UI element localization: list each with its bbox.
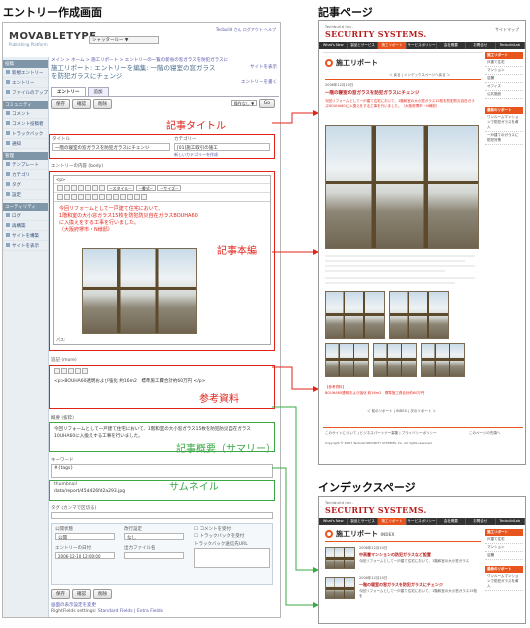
article-logo: Techbuild Inc. SECURITY SYSTEMS. <box>325 25 427 39</box>
article-page-title: 施工リポート <box>325 58 378 68</box>
index-item-1-thumb[interactable] <box>325 547 355 569</box>
article-subnav[interactable]: ＜ 戻る | インデックスページへ戻る ＞ <box>389 73 450 78</box>
article-sidebar-items-0[interactable]: 戸建て住宅 <box>485 59 523 67</box>
index-item-2-title[interactable]: 一階の寝室の窓ガラスを防犯ガラスにチェンジ <box>359 582 443 588</box>
index-nav-item-6[interactable]: TecbuildLab <box>496 518 525 525</box>
index-sidebar-news-0[interactable]: ワンルームマンションで防犯ガラスを導入 <box>485 573 523 591</box>
article-sidebar-news-0[interactable]: ワンルームマンションで防犯ガラスを導入 <box>485 114 523 132</box>
index-logo: Techbuild Inc. SECURITY SYSTEMS. <box>325 501 427 515</box>
index-sidebar-head2: 最新のリポート <box>485 566 523 573</box>
article-ref-text: BOUHA60透明および強化 約16m2 標準施工費合計約60万円 <box>325 391 425 395</box>
article-photo-3 <box>389 291 449 339</box>
article-sidebar-items-4[interactable]: 公共施設 <box>485 91 523 99</box>
index-nav-item-3[interactable]: サービスポリシー <box>407 518 437 525</box>
index-sidebar-items-2[interactable]: 店舗 <box>485 552 523 560</box>
article-photo-2 <box>325 291 385 339</box>
index-nav-item-0[interactable]: What's New <box>319 518 349 525</box>
article-nav-item-4[interactable]: 会社概要 <box>437 42 467 49</box>
article-nav-item-5[interactable]: お問合せ <box>466 42 496 49</box>
article-sitemap-link[interactable]: サイトマップ <box>495 27 519 33</box>
arrow-excerpt <box>272 406 319 573</box>
article-photo-5 <box>373 343 417 377</box>
article-photo-6 <box>421 343 465 377</box>
article-photo-4 <box>325 343 369 377</box>
article-nav-item-2[interactable]: 施工リポート <box>377 42 408 49</box>
article-nav-item-3[interactable]: サービスポリシー <box>407 42 437 49</box>
article-ref-title: 【参考資料】 <box>325 385 346 389</box>
index-item-1-desc: 今回リフォームとして一戸建て住宅において、1階和室の大小窓ガラス <box>359 559 470 563</box>
article-sidebar-items-3[interactable]: オフィス <box>485 83 523 91</box>
article-sidebar: 施工リポート 戸建て住宅 マンション 店舗 オフィス 公共施設 最新のリポート ワンルー… <box>485 52 523 145</box>
article-page: Techbuild Inc. SECURITY SYSTEMS. サイトマップ W… <box>318 20 526 465</box>
index-item-2-date: 2006年12月10日 <box>359 576 388 580</box>
index-item-1-title[interactable]: 中高層マンションの防犯ガラスなど設置 <box>359 552 431 558</box>
article-entry-title: 一階の寝室の窓ガラスを防犯ガラスにチェンジ <box>325 91 420 96</box>
index-item-2-desc: 今回リフォームとして一戸建て住宅において、1階和室の大小窓ガラス15枚を <box>359 589 478 598</box>
index-nav-item-2[interactable]: 施工リポート <box>377 518 408 525</box>
article-sidebar-items-2[interactable]: 店舗 <box>485 75 523 83</box>
index-sidebar-items-0[interactable]: 戸建て住宅 <box>485 536 523 544</box>
article-sidebar-head: 施工リポート <box>485 52 523 59</box>
index-page-title: 施工リポート INDEX <box>325 529 394 539</box>
article-sidebar-items-1[interactable]: マンション <box>485 67 523 75</box>
article-nav-item-6[interactable]: TecbuildLab <box>496 42 525 49</box>
arrow-title <box>272 110 319 124</box>
article-main-photo <box>325 125 479 249</box>
article-top-link[interactable]: このページの先頭へ <box>469 431 500 436</box>
article-lead: 今回リフォームとして一戸建て住宅において、1階和室の大小窓ガラス15枚を防犯防災… <box>325 99 475 108</box>
article-date: 2006年12月10日 <box>325 83 354 87</box>
index-item-1-date: 2006年12月10日 <box>359 546 388 550</box>
article-nav-item-1[interactable]: 製品とサービス <box>348 42 378 49</box>
index-nav-item-1[interactable]: 製品とサービス <box>348 518 378 525</box>
index-sidebar-head: 施工リポート <box>485 529 523 536</box>
article-pager[interactable]: ＜ 前のリポート | INDEX | 次のリポート ＞ <box>367 409 436 414</box>
article-nav-item-0[interactable]: What's New <box>319 42 349 49</box>
index-sidebar: 施工リポート 戸建て住宅 マンション 店舗 最新のリポート ワンルームマンションで防… <box>485 529 523 591</box>
index-sidebar-items-1[interactable]: マンション <box>485 544 523 552</box>
arrow-extended <box>272 366 319 392</box>
arrow-thumbnail <box>272 467 319 608</box>
index-nav-item-5[interactable]: お問合せ <box>466 518 496 525</box>
index-item-2-thumb[interactable] <box>325 577 355 599</box>
article-footer-links[interactable]: このサイトについて | ビジネスパートナー募集 | プライバシーポリシー <box>325 431 437 436</box>
index-nav-item-4[interactable]: 会社概要 <box>437 518 467 525</box>
article-nav: What's New 製品とサービス 施工リポート サービスポリシー 会社概要 お問合せ T… <box>319 42 525 49</box>
article-copyright: Copyright © 2007 Tecbuild SECURITY SYSTE… <box>325 441 433 445</box>
article-sidebar-head2: 最新のリポート <box>485 107 523 114</box>
index-nav: What's New 製品とサービス 施工リポート サービスポリシー 会社概要 お問合せ T… <box>319 518 525 525</box>
index-page: Techbuild Inc. SECURITY SYSTEMS. What's N… <box>318 496 526 624</box>
article-sidebar-news-1[interactable]: 一戸建てのガラスに防犯対策 <box>485 132 523 145</box>
